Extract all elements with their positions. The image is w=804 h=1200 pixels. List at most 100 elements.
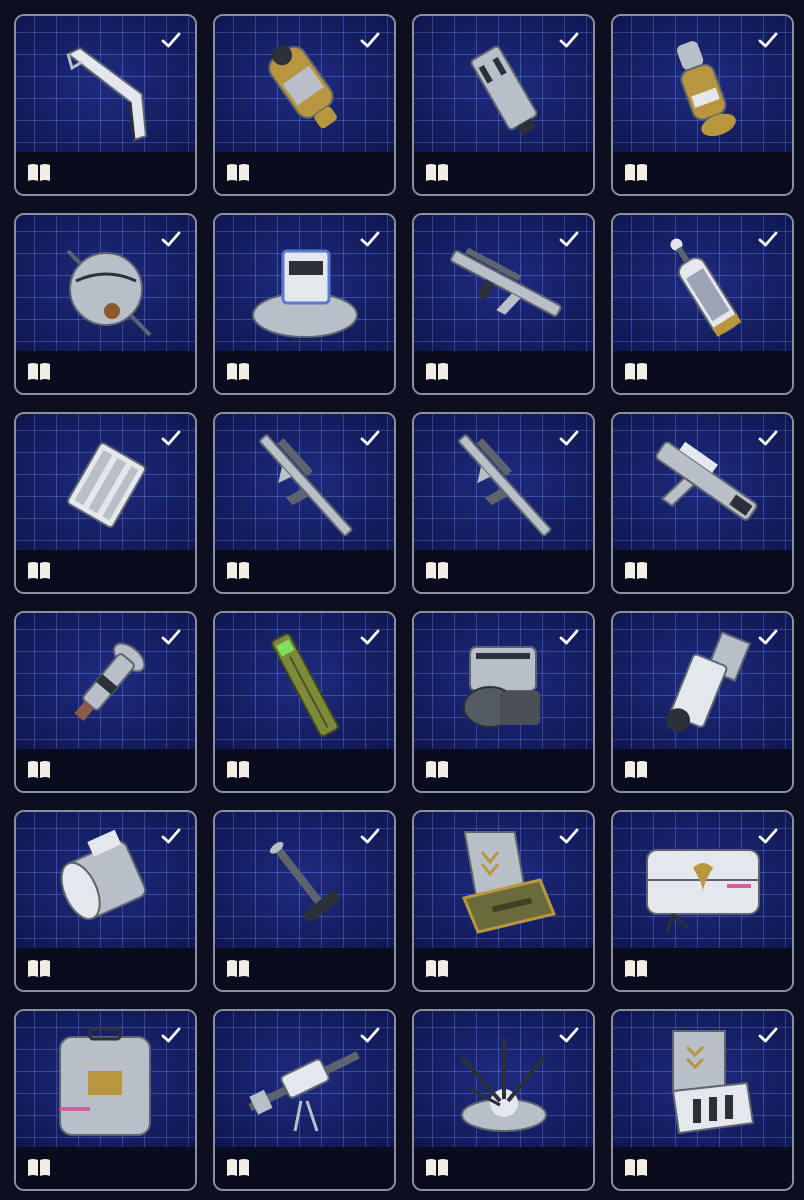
book-icon[interactable] — [226, 361, 250, 381]
book-icon[interactable] — [27, 361, 51, 381]
smg-icon — [655, 441, 758, 521]
item-card-footer — [613, 1147, 792, 1189]
book-icon[interactable] — [425, 1157, 449, 1177]
checkmark-icon — [758, 430, 778, 446]
checkmark-icon — [360, 32, 380, 48]
item-card-footer — [16, 152, 195, 194]
item-card[interactable] — [14, 14, 197, 196]
sniper-rifle-icon — [259, 434, 353, 537]
item-card[interactable] — [412, 14, 595, 196]
mounted-gun-icon — [248, 1051, 360, 1132]
item-card[interactable] — [14, 1009, 197, 1191]
valve-part-icon — [74, 642, 146, 722]
book-icon[interactable] — [425, 759, 449, 779]
item-card[interactable] — [14, 412, 197, 594]
book-icon[interactable] — [425, 162, 449, 182]
rifle-icon — [450, 247, 562, 317]
item-card[interactable] — [611, 1009, 794, 1191]
checkmark-icon — [559, 1027, 579, 1043]
gas-cylinder-icon — [670, 238, 742, 337]
mechanical-sphere-icon — [66, 249, 152, 337]
item-card[interactable] — [213, 611, 396, 793]
muzzle-brake-icon — [470, 45, 538, 136]
checkmark-icon — [360, 629, 380, 645]
item-card[interactable] — [412, 412, 595, 594]
book-icon[interactable] — [226, 162, 250, 182]
book-icon[interactable] — [226, 560, 250, 580]
item-card-footer — [414, 152, 593, 194]
motor-casing-icon — [60, 829, 147, 921]
item-card-footer — [215, 550, 394, 592]
item-card[interactable] — [611, 14, 794, 196]
item-card[interactable] — [412, 1009, 595, 1191]
checkmark-icon — [559, 32, 579, 48]
checkmark-icon — [360, 828, 380, 844]
item-card[interactable] — [412, 213, 595, 395]
checkmark-icon — [559, 828, 579, 844]
book-icon[interactable] — [27, 759, 51, 779]
tool-case-icon — [671, 1030, 755, 1135]
book-icon[interactable] — [27, 162, 51, 182]
checkmark-icon — [559, 430, 579, 446]
item-card[interactable] — [213, 412, 396, 594]
item-card[interactable] — [14, 810, 197, 992]
book-icon[interactable] — [27, 560, 51, 580]
book-icon[interactable] — [624, 759, 648, 779]
book-icon[interactable] — [226, 958, 250, 978]
item-card[interactable] — [412, 611, 595, 793]
item-card[interactable] — [14, 213, 197, 395]
checkmark-icon — [360, 1027, 380, 1043]
item-card[interactable] — [611, 213, 794, 395]
item-card[interactable] — [213, 14, 396, 196]
green-tube-icon — [271, 633, 339, 737]
checkmark-icon — [161, 32, 181, 48]
item-card[interactable] — [412, 810, 595, 992]
generator-device-icon — [252, 249, 358, 338]
engine-block-icon — [463, 646, 540, 728]
book-icon[interactable] — [624, 560, 648, 580]
item-collection-grid — [14, 14, 794, 1191]
book-icon[interactable] — [27, 958, 51, 978]
item-card-footer — [414, 550, 593, 592]
book-icon[interactable] — [624, 958, 648, 978]
book-icon[interactable] — [425, 361, 449, 381]
book-icon[interactable] — [624, 361, 648, 381]
checkmark-icon — [559, 629, 579, 645]
item-card[interactable] — [213, 1009, 396, 1191]
item-card[interactable] — [611, 810, 794, 992]
item-card-footer — [613, 351, 792, 393]
book-icon[interactable] — [624, 1157, 648, 1177]
weapon-case-icon — [461, 831, 557, 934]
item-card[interactable] — [611, 611, 794, 793]
brass-canister-icon — [676, 41, 736, 137]
checkmark-icon — [758, 1027, 778, 1043]
item-card-footer — [215, 351, 394, 393]
item-card-footer — [613, 749, 792, 791]
checkmark-icon — [161, 1027, 181, 1043]
item-card-footer — [16, 351, 195, 393]
item-card-footer — [613, 152, 792, 194]
heavy-bracket-icon — [665, 631, 752, 733]
item-card-footer — [414, 1147, 593, 1189]
book-icon[interactable] — [425, 958, 449, 978]
book-icon[interactable] — [624, 162, 648, 182]
book-icon[interactable] — [27, 1157, 51, 1177]
scope-canister-icon — [268, 45, 337, 129]
book-icon[interactable] — [226, 1157, 250, 1177]
checkmark-icon — [161, 629, 181, 645]
magazine-clip-icon — [66, 442, 147, 528]
medical-crate-icon — [646, 849, 760, 933]
book-icon[interactable] — [425, 560, 449, 580]
item-card[interactable] — [213, 213, 396, 395]
item-card-footer — [16, 550, 195, 592]
item-card-footer — [215, 948, 394, 990]
item-card-footer — [414, 351, 593, 393]
checkmark-icon — [161, 231, 181, 247]
item-card-footer — [215, 152, 394, 194]
book-icon[interactable] — [226, 759, 250, 779]
item-card-footer — [16, 948, 195, 990]
item-card[interactable] — [611, 412, 794, 594]
checkmark-icon — [758, 629, 778, 645]
item-card[interactable] — [14, 611, 197, 793]
item-card[interactable] — [213, 810, 396, 992]
